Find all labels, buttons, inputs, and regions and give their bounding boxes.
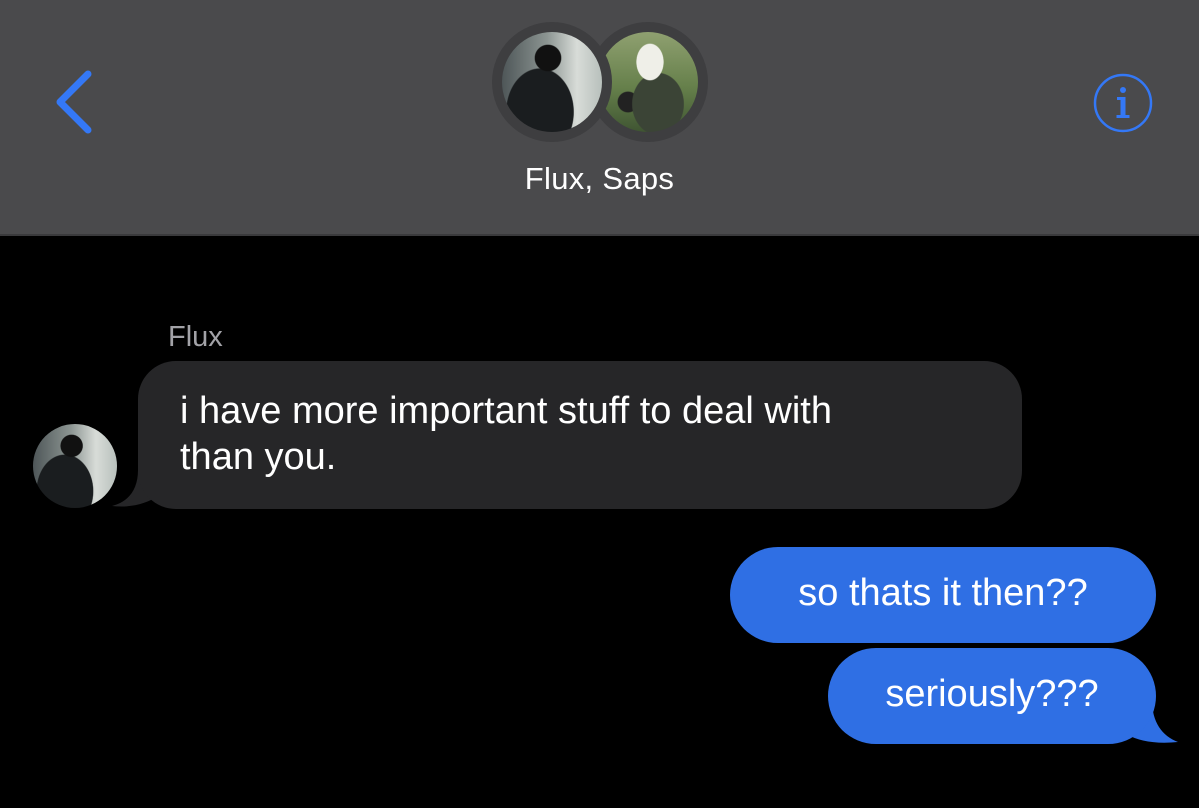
sender-name: Flux xyxy=(168,321,223,353)
info-button[interactable] xyxy=(1092,72,1154,134)
incoming-message-bubble[interactable]: i have more important stuff to deal with… xyxy=(138,361,1022,509)
back-button[interactable] xyxy=(40,62,110,142)
conversation-header: Flux, Saps xyxy=(0,0,1199,236)
messages-screen: Flux, Saps Flux i have more important st… xyxy=(0,0,1199,808)
message-line: i have more important stuff to deal with xyxy=(180,390,832,432)
message-line: than you. xyxy=(180,436,337,478)
sender-avatar[interactable] xyxy=(33,424,117,508)
chevron-left-icon xyxy=(56,70,92,134)
group-avatars[interactable] xyxy=(492,22,708,146)
avatar-flux xyxy=(502,32,602,132)
avatar-flux-ring xyxy=(492,22,612,142)
outgoing-message-bubble[interactable]: so thats it then?? xyxy=(730,547,1156,643)
info-icon xyxy=(1093,73,1153,133)
avatar-saps xyxy=(598,32,698,132)
outgoing-message-bubble[interactable]: seriously??? xyxy=(828,648,1156,744)
group-name[interactable]: Flux, Saps xyxy=(0,161,1199,197)
